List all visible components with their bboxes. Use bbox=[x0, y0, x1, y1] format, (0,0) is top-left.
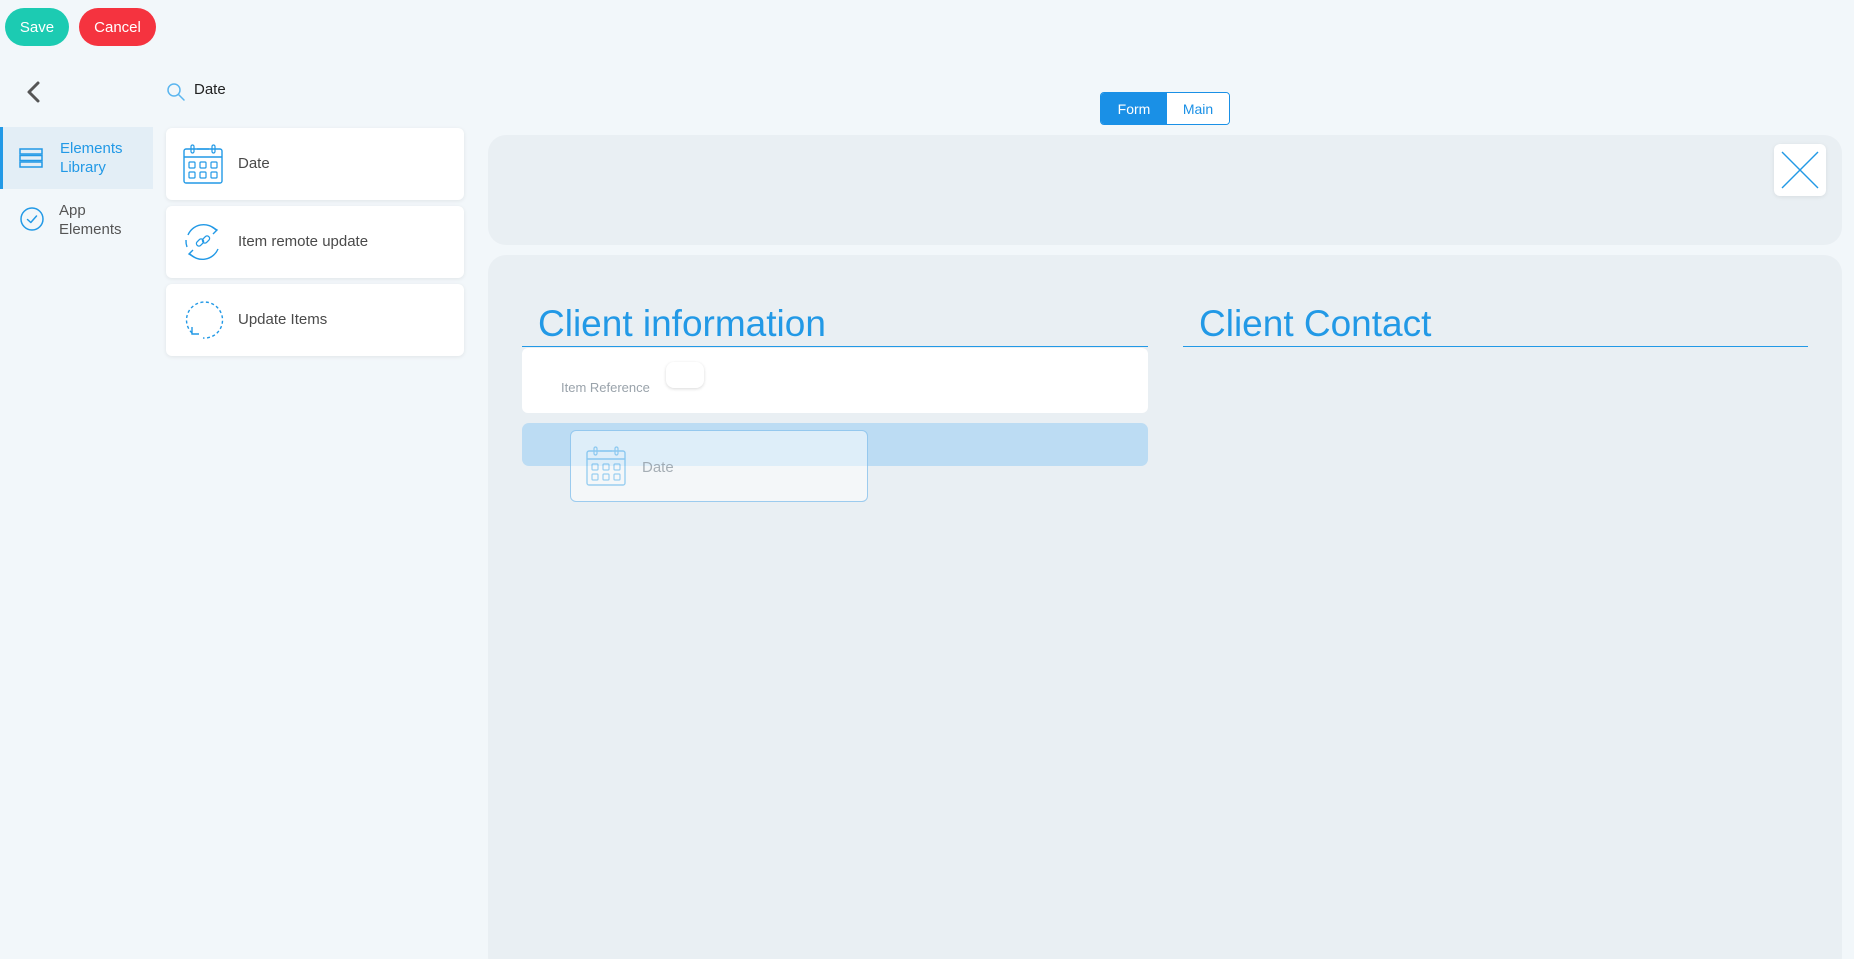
field-item-reference[interactable]: Item Reference bbox=[522, 348, 1148, 413]
sidebar-item-label: App Elements bbox=[59, 202, 122, 238]
library-item-label: Update Items bbox=[238, 311, 328, 328]
link-sync-icon bbox=[185, 223, 219, 261]
close-icon bbox=[1781, 151, 1819, 189]
search-icon bbox=[167, 83, 185, 101]
tab-form[interactable]: Form bbox=[1101, 93, 1167, 124]
library-item-label: Date bbox=[238, 155, 270, 172]
library-item-update-items[interactable]: Update Items bbox=[166, 284, 464, 356]
library-item-remote-update[interactable]: Item remote update bbox=[166, 206, 464, 278]
section-title-client-contact: Client Contact bbox=[1199, 303, 1432, 344]
save-button[interactable]: Save bbox=[5, 8, 69, 46]
section-divider bbox=[1183, 346, 1808, 347]
sidebar-item-label: Elements Library bbox=[60, 140, 123, 176]
section-title-client-information: Client information bbox=[538, 303, 826, 344]
sidebar-item-app-elements[interactable]: App Elements bbox=[0, 189, 153, 251]
search-input[interactable] bbox=[194, 81, 454, 98]
tab-main[interactable]: Main bbox=[1167, 93, 1229, 124]
field-label: Item Reference bbox=[561, 380, 650, 395]
form-header-panel bbox=[488, 135, 1842, 245]
calendar-icon bbox=[183, 144, 223, 184]
item-reference-toggle[interactable] bbox=[666, 362, 704, 388]
cancel-button[interactable]: Cancel bbox=[79, 8, 156, 46]
library-item-date[interactable]: Date bbox=[166, 128, 464, 200]
view-toggle: Form Main bbox=[1100, 92, 1230, 125]
check-circle-icon bbox=[20, 207, 44, 231]
element-search bbox=[166, 80, 466, 104]
calendar-icon bbox=[586, 446, 626, 486]
chevron-left-icon[interactable] bbox=[22, 80, 46, 104]
refresh-circle-icon bbox=[185, 301, 224, 339]
dragging-element-date[interactable]: Date bbox=[570, 430, 868, 502]
dragging-element-label: Date bbox=[642, 459, 674, 476]
library-item-label: Item remote update bbox=[238, 233, 369, 250]
sidebar-item-elements-library[interactable]: Elements Library bbox=[0, 127, 153, 189]
stack-icon bbox=[19, 148, 43, 168]
section-divider bbox=[522, 346, 1148, 347]
close-button[interactable] bbox=[1774, 144, 1826, 196]
